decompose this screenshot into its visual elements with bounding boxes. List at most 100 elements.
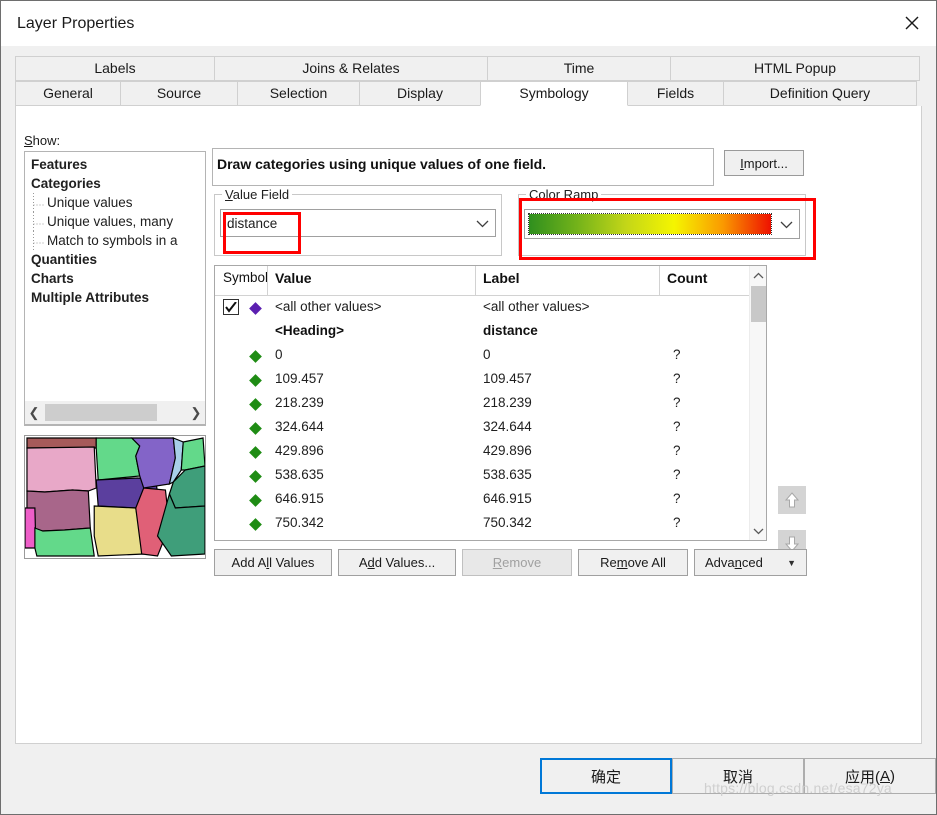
tree-item-quantities[interactable]: Quantities <box>25 250 205 269</box>
tab-display[interactable]: Display <box>359 81 481 106</box>
tab-general[interactable]: General <box>15 81 121 106</box>
cell-count: ? <box>673 515 681 530</box>
cell-label: 538.635 <box>483 467 532 482</box>
advanced-button[interactable]: Advanced ▼ <box>694 549 807 576</box>
symbol-swatch-icon[interactable] <box>249 302 262 315</box>
tab-selection[interactable]: Selection <box>237 81 360 106</box>
column-divider <box>475 266 476 296</box>
show-tree-list[interactable]: Features Categories Unique values Unique va… <box>24 151 206 426</box>
vscroll-thumb[interactable] <box>751 286 766 322</box>
move-up-arrow-icon <box>785 492 799 508</box>
table-row[interactable]: 109.457 109.457? <box>215 368 749 392</box>
column-header-symbol[interactable]: Symbol <box>223 270 268 285</box>
symbol-swatch-icon[interactable] <box>249 518 262 531</box>
cell-value: <all other values> <box>275 299 382 314</box>
tab-symbology[interactable]: Symbology <box>480 81 628 106</box>
window-title: Layer Properties <box>17 14 135 32</box>
value-field-combobox[interactable]: distance <box>220 209 496 237</box>
scroll-right-arrow-icon[interactable]: ❯ <box>187 405 205 421</box>
ok-button[interactable]: 确定 <box>540 758 672 794</box>
table-row[interactable]: 750.342 750.342? <box>215 512 749 536</box>
column-divider <box>267 266 268 296</box>
tab-labels[interactable]: Labels <box>15 56 215 81</box>
cell-value: 109.457 <box>275 371 324 386</box>
tab-fields[interactable]: Fields <box>627 81 724 106</box>
column-header-count[interactable]: Count <box>667 270 707 286</box>
cell-label: 750.342 <box>483 515 532 530</box>
tree-item-label: Unique values <box>47 195 133 210</box>
symbol-swatch-icon[interactable] <box>249 446 262 459</box>
symbol-swatch-icon[interactable] <box>249 422 262 435</box>
tree-item-charts[interactable]: Charts <box>25 269 205 288</box>
advanced-label: Advanced <box>705 555 763 570</box>
tree-item-categories[interactable]: Categories <box>25 174 205 193</box>
cell-label: distance <box>483 323 538 338</box>
tree-item-label: Match to symbols in a <box>47 233 178 248</box>
show-tree-horizontal-scrollbar[interactable]: ❮ ❯ <box>24 401 206 425</box>
symbol-swatch-icon[interactable] <box>249 470 262 483</box>
add-values-button[interactable]: Add Values... <box>338 549 456 576</box>
table-row[interactable]: 429.896 429.896? <box>215 440 749 464</box>
tree-branch-icon <box>32 212 45 231</box>
remove-button: Remove <box>462 549 572 576</box>
import-button[interactable]: Import... <box>724 150 804 176</box>
cancel-button[interactable]: 取消 <box>672 758 804 794</box>
cell-label: 429.896 <box>483 443 532 458</box>
cell-value: 538.635 <box>275 467 324 482</box>
tab-html-popup[interactable]: HTML Popup <box>670 56 920 81</box>
tree-branch-icon <box>32 231 45 250</box>
cell-label: 218.239 <box>483 395 532 410</box>
symbol-swatch-icon[interactable] <box>249 494 262 507</box>
map-polygon <box>95 437 141 481</box>
map-polygon <box>180 437 205 471</box>
hscroll-track[interactable] <box>43 404 187 421</box>
map-polygon <box>25 507 37 549</box>
symbology-description-text: Draw categories using unique values of o… <box>217 156 547 172</box>
tab-source[interactable]: Source <box>120 81 238 106</box>
tree-item-match-to-symbols-in-a[interactable]: Match to symbols in a <box>25 231 205 250</box>
tree-item-label: Quantities <box>31 252 98 267</box>
tree-item-label: Categories <box>31 176 101 191</box>
table-row[interactable]: 0 0? <box>215 344 749 368</box>
scroll-left-arrow-icon[interactable]: ❮ <box>25 405 43 421</box>
table-row[interactable]: <all other values> <all other values> <box>215 296 749 320</box>
tree-item-multiple-attributes[interactable]: Multiple Attributes <box>25 288 205 307</box>
move-up-button[interactable] <box>778 486 806 514</box>
tree-item-unique-values[interactable]: Unique values <box>25 193 205 212</box>
tab-definition-query[interactable]: Definition Query <box>723 81 917 106</box>
tree-item-unique-values-many[interactable]: Unique values, many <box>25 212 205 231</box>
table-row[interactable]: 646.915 646.915? <box>215 488 749 512</box>
all-other-values-checkbox[interactable] <box>223 299 239 315</box>
value-field-selected-value: distance <box>227 215 278 231</box>
tree-item-features[interactable]: Features <box>25 155 205 174</box>
table-row[interactable]: 324.644 324.644? <box>215 416 749 440</box>
symbol-swatch-icon[interactable] <box>249 350 262 363</box>
cell-count: ? <box>673 419 681 434</box>
map-polygon <box>26 446 97 493</box>
remove-all-button[interactable]: Re m ove All <box>578 549 688 576</box>
scroll-down-arrow-icon[interactable] <box>750 522 767 540</box>
table-row[interactable]: <Heading> distance <box>215 320 749 344</box>
table-vertical-scrollbar[interactable] <box>749 266 766 540</box>
close-icon[interactable] <box>888 1 936 45</box>
cell-value: 750.342 <box>275 515 324 530</box>
scroll-up-arrow-icon[interactable] <box>750 266 767 284</box>
tab-joins-and-relates[interactable]: Joins & Relates <box>214 56 488 81</box>
add-all-values-button[interactable]: Add All Values <box>214 549 332 576</box>
symbol-swatch-icon[interactable] <box>249 398 262 411</box>
hscroll-thumb[interactable] <box>45 404 157 421</box>
column-header-label[interactable]: Label <box>483 270 520 286</box>
chevron-down-icon[interactable] <box>469 210 495 236</box>
column-header-value[interactable]: Value <box>275 270 312 286</box>
symbol-swatch-icon[interactable] <box>249 374 262 387</box>
table-row[interactable]: 218.239 218.239? <box>215 392 749 416</box>
table-row[interactable]: 538.635 538.635? <box>215 464 749 488</box>
tab-time[interactable]: Time <box>487 56 671 81</box>
apply-button[interactable]: 应用(A) <box>804 758 936 794</box>
color-ramp-combobox[interactable] <box>524 209 800 239</box>
chevron-down-icon[interactable] <box>773 210 799 238</box>
show-label: Show: <box>24 133 61 148</box>
cell-label: <all other values> <box>483 299 590 314</box>
cell-count: ? <box>673 347 681 362</box>
tree-item-label: Features <box>31 157 88 172</box>
